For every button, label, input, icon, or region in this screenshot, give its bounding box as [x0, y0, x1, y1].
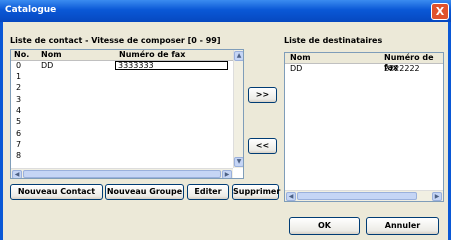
contact-no: 0: [16, 61, 22, 70]
window-border-left: [0, 22, 3, 240]
contact-no: 1: [16, 72, 22, 81]
new-contact-button[interactable]: Nouveau Contact: [10, 184, 103, 200]
column-header-nom[interactable]: Nom: [290, 53, 311, 63]
new-group-button[interactable]: Nouveau Groupe: [105, 184, 184, 200]
contact-no: 6: [16, 129, 22, 138]
contact-row-1[interactable]: 1: [11, 72, 233, 81]
contact-no: 7: [16, 140, 22, 149]
scroll-thumb[interactable]: [23, 170, 221, 178]
edit-button[interactable]: Editer: [187, 184, 229, 200]
contact-no: 2: [16, 83, 22, 92]
contacts-list[interactable]: No. Nom Numéro de fax 0 DD 3333333 1 2 3…: [10, 49, 244, 179]
contacts-horizontal-scrollbar[interactable]: ◀ ▶: [11, 168, 233, 178]
contact-row-8[interactable]: 8: [11, 151, 233, 160]
delete-button[interactable]: Supprimer: [232, 184, 280, 200]
contact-row-6[interactable]: 6: [11, 129, 233, 138]
close-button[interactable]: X: [431, 3, 449, 20]
contact-nom: DD: [41, 61, 54, 70]
contact-no: 8: [16, 151, 22, 160]
recipients-header: Nom Numéro de fax: [285, 53, 443, 72]
contact-row-7[interactable]: 7: [11, 140, 233, 149]
contact-row-2[interactable]: 2: [11, 83, 233, 92]
title-bar[interactable]: Catalogue X: [0, 0, 451, 22]
scroll-right-icon[interactable]: ▶: [222, 170, 232, 178]
cancel-button[interactable]: Annuler: [366, 217, 439, 235]
ok-button[interactable]: OK: [289, 217, 360, 235]
add-to-recipients-button[interactable]: >>: [248, 87, 277, 103]
scroll-left-icon[interactable]: ◀: [286, 192, 296, 201]
recipient-fax: 2222222: [384, 64, 420, 73]
contact-row-3[interactable]: 3: [11, 95, 233, 104]
column-header-no[interactable]: No.: [14, 50, 29, 60]
contacts-vertical-scrollbar[interactable]: ▲ ▼: [233, 50, 243, 168]
column-header-fax[interactable]: Numéro de fax: [119, 50, 185, 60]
contact-row-4[interactable]: 4: [11, 106, 233, 115]
contact-fax-edit[interactable]: 3333333: [115, 61, 228, 70]
window-title: Catalogue: [5, 5, 57, 15]
contact-row-0[interactable]: 0 DD 3333333: [11, 61, 233, 70]
close-icon: X: [435, 5, 445, 18]
scroll-left-icon[interactable]: ◀: [12, 170, 22, 178]
scroll-up-icon[interactable]: ▲: [234, 51, 243, 61]
recipients-list[interactable]: Nom Numéro de fax DD 2222222 ◀ ▶: [284, 52, 444, 202]
contact-no: 4: [16, 106, 22, 115]
contact-row-5[interactable]: 5: [11, 117, 233, 126]
contact-no: 3: [16, 95, 22, 104]
remove-from-recipients-button[interactable]: <<: [248, 138, 277, 154]
contact-no: 5: [16, 117, 22, 126]
recipient-row-0[interactable]: DD 2222222: [285, 64, 443, 73]
contacts-header: No. Nom Numéro de fax: [11, 50, 233, 61]
scroll-right-icon[interactable]: ▶: [432, 192, 442, 201]
recipient-nom: DD: [290, 64, 303, 73]
recipients-horizontal-scrollbar[interactable]: ◀ ▶: [285, 190, 443, 201]
contacts-list-label: Liste de contact - Vitesse de composer […: [10, 36, 221, 45]
scroll-thumb[interactable]: [297, 192, 417, 200]
scroll-down-icon[interactable]: ▼: [234, 157, 243, 167]
column-header-nom[interactable]: Nom: [41, 50, 62, 60]
recipients-list-label: Liste de destinataires: [284, 36, 383, 45]
